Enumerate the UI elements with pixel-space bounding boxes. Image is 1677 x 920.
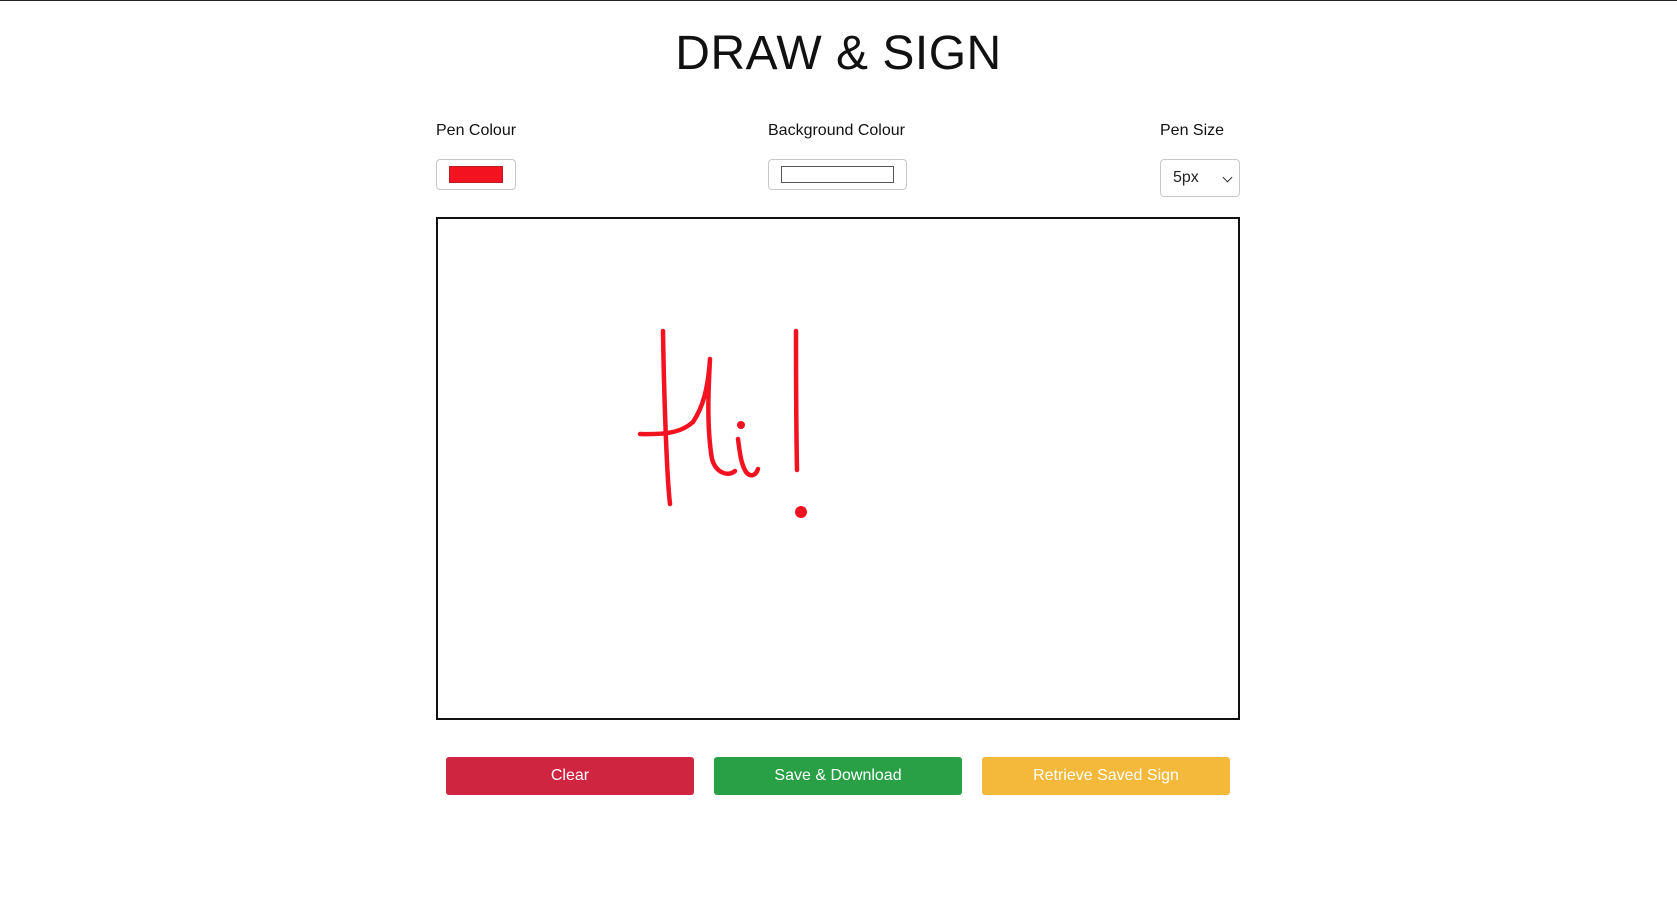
background-colour-swatch bbox=[781, 166, 894, 183]
pen-colour-label: Pen Colour bbox=[436, 122, 517, 139]
pen-size-label: Pen Size bbox=[1160, 122, 1225, 139]
pen-size-selected-value: 5px bbox=[1173, 169, 1199, 186]
pen-colour-picker[interactable] bbox=[436, 159, 516, 190]
background-colour-picker[interactable] bbox=[768, 159, 907, 190]
background-colour-label: Background Colour bbox=[768, 122, 905, 139]
signature-canvas[interactable] bbox=[436, 217, 1240, 720]
page-title: DRAW & SIGN bbox=[675, 27, 1002, 80]
stroke-i bbox=[735, 436, 761, 478]
stroke-exclamation bbox=[793, 328, 800, 473]
signature-drawing bbox=[637, 328, 807, 518]
stroke-h-right bbox=[690, 356, 738, 476]
dot-i bbox=[737, 421, 745, 429]
pen-size-select[interactable]: 5px bbox=[1160, 159, 1240, 197]
signature-strokes bbox=[637, 328, 800, 507]
save-download-button[interactable]: Save & Download bbox=[714, 757, 962, 795]
chevron-down-icon bbox=[1222, 172, 1233, 183]
dot-exclamation bbox=[795, 506, 807, 518]
retrieve-saved-sign-button[interactable]: Retrieve Saved Sign bbox=[982, 757, 1230, 795]
stroke-h-left bbox=[660, 328, 673, 507]
clear-button[interactable]: Clear bbox=[446, 757, 694, 795]
app-window: DRAW & SIGN Pen Colour Background Colour… bbox=[0, 0, 1677, 920]
pen-colour-swatch bbox=[449, 166, 503, 183]
